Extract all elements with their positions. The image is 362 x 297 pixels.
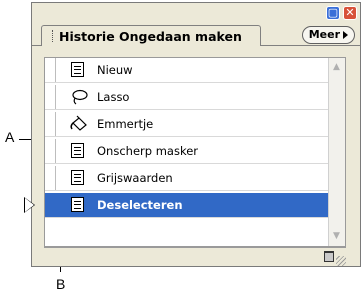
trash-icon[interactable] — [324, 251, 334, 262]
history-brush-slot[interactable] — [45, 112, 65, 136]
history-brush-slot[interactable] — [45, 139, 65, 163]
history-item-label: Onscherp masker — [97, 144, 198, 158]
history-state-slider[interactable] — [25, 198, 34, 212]
history-item-label: Emmertje — [97, 117, 154, 131]
history-list: Nieuw Lasso Emmertje Onscherp masker Gri… — [44, 57, 346, 247]
more-menu-label: Meer — [308, 28, 340, 41]
callout-label-a: A — [5, 129, 15, 145]
tab-bar: Historie Ongedaan maken Meer — [32, 25, 360, 46]
scroll-up-arrow-icon[interactable]: ▲ — [331, 62, 342, 73]
tab-grip-icon — [52, 30, 55, 42]
history-item[interactable]: Lasso — [45, 85, 345, 110]
minimize-button[interactable]: ▢ — [326, 6, 340, 20]
document-icon — [69, 196, 89, 214]
tab-history[interactable]: Historie Ongedaan maken — [41, 25, 261, 46]
more-menu-button[interactable]: Meer — [301, 26, 355, 44]
tab-history-label: Historie Ongedaan maken — [59, 28, 242, 44]
history-brush-slot[interactable] — [45, 85, 65, 109]
history-item[interactable]: Nieuw — [45, 58, 345, 83]
lasso-icon — [69, 88, 89, 106]
history-palette: ▢ ✕ Historie Ongedaan maken Meer Nieuw L… — [31, 2, 361, 267]
history-item[interactable]: Grijswaarden — [45, 166, 345, 191]
history-item[interactable]: Onscherp masker — [45, 139, 345, 164]
document-icon — [69, 169, 89, 187]
menu-arrow-icon — [343, 31, 348, 39]
history-item[interactable]: Emmertje — [45, 112, 345, 137]
paint-bucket-icon — [69, 115, 89, 133]
history-item-label: Lasso — [97, 90, 130, 104]
history-item-label: Nieuw — [97, 63, 133, 77]
history-brush-slot[interactable] — [45, 193, 65, 217]
callout-label-b: B — [56, 276, 66, 292]
document-icon — [69, 61, 89, 79]
history-item-label: Grijswaarden — [97, 171, 173, 185]
history-brush-slot[interactable] — [45, 58, 65, 82]
document-icon — [69, 142, 89, 160]
history-item-selected[interactable]: Deselecteren — [45, 193, 345, 218]
close-button[interactable]: ✕ — [343, 6, 357, 20]
scroll-down-arrow-icon[interactable]: ▼ — [331, 231, 342, 242]
resize-grip-icon[interactable] — [336, 256, 346, 266]
vertical-scrollbar[interactable]: ▲ ▼ — [328, 58, 345, 246]
history-brush-slot[interactable] — [45, 166, 65, 190]
history-item-label: Deselecteren — [97, 198, 183, 212]
palette-footer — [44, 247, 346, 266]
